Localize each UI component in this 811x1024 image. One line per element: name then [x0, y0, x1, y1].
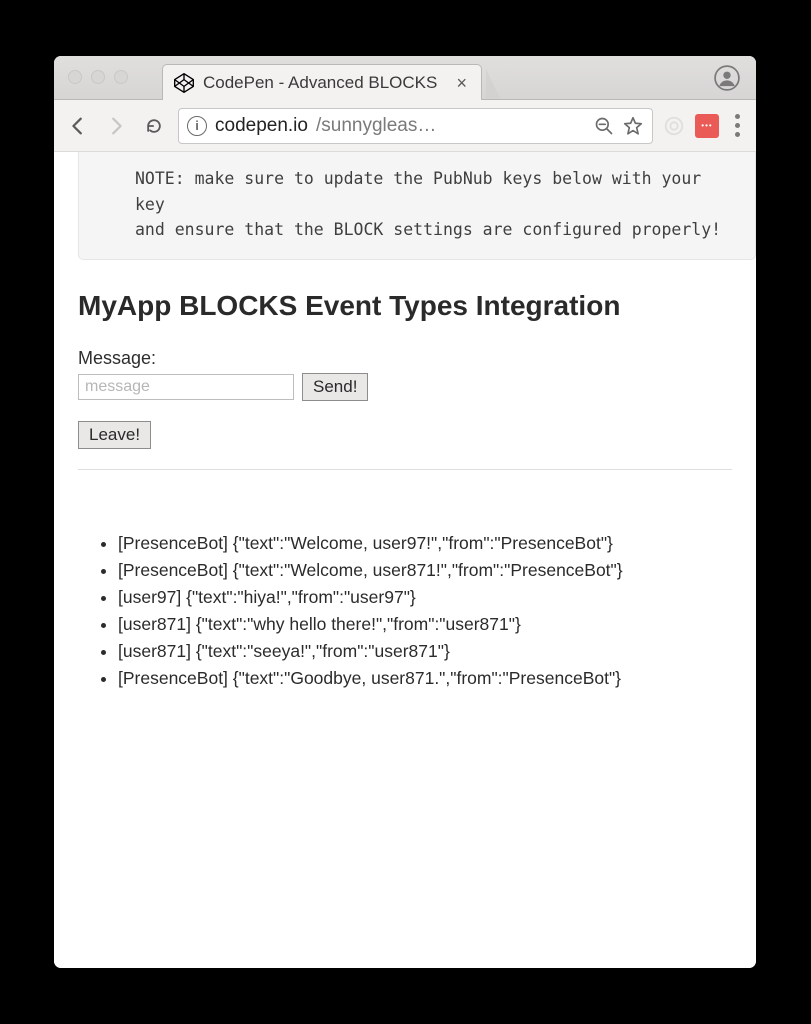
note-box: NOTE: make sure to update the PubNub key… [78, 152, 756, 260]
profile-icon[interactable] [714, 65, 740, 91]
list-item: [user97] {"text":"hiya!","from":"user97"… [118, 584, 732, 611]
message-list: [PresenceBot] {"text":"Welcome, user97!"… [94, 530, 732, 693]
tab-strip: CodePen - Advanced BLOCKS × [54, 56, 756, 100]
reload-button[interactable] [140, 112, 168, 140]
list-item: [PresenceBot] {"text":"Goodbye, user871.… [118, 665, 732, 692]
separator [78, 469, 732, 470]
list-item: [user871] {"text":"seeya!","from":"user8… [118, 638, 732, 665]
close-tab-icon[interactable]: × [452, 74, 471, 92]
close-window-button[interactable] [68, 70, 82, 84]
message-row: Send! [78, 373, 732, 401]
extension-icon[interactable] [663, 115, 685, 137]
browser-menu-button[interactable] [729, 114, 746, 137]
zoom-out-icon[interactable] [594, 116, 614, 136]
note-line: NOTE: make sure to update the PubNub key… [135, 166, 739, 217]
page-title: MyApp BLOCKS Event Types Integration [78, 290, 732, 322]
tab-title: CodePen - Advanced BLOCKS [203, 73, 444, 93]
forward-button[interactable] [102, 112, 130, 140]
minimize-window-button[interactable] [91, 70, 105, 84]
back-button[interactable] [64, 112, 92, 140]
url-host: codepen.io [215, 115, 308, 137]
window-controls [68, 70, 128, 84]
page-viewport: NOTE: make sure to update the PubNub key… [54, 152, 756, 968]
bookmark-star-icon[interactable] [622, 115, 644, 137]
codepen-icon [173, 72, 195, 94]
list-item: [user871] {"text":"why hello there!","fr… [118, 611, 732, 638]
message-input[interactable] [78, 374, 294, 400]
send-button[interactable]: Send! [302, 373, 368, 401]
maximize-window-button[interactable] [114, 70, 128, 84]
extension-lastpass-icon[interactable]: ••• [695, 114, 719, 138]
list-item: [PresenceBot] {"text":"Welcome, user97!"… [118, 530, 732, 557]
site-info-icon[interactable]: i [187, 116, 207, 136]
list-item: [PresenceBot] {"text":"Welcome, user871!… [118, 557, 732, 584]
message-label: Message: [78, 348, 732, 369]
url-path: /sunnygleas… [316, 115, 436, 137]
leave-button[interactable]: Leave! [78, 421, 151, 449]
browser-window: CodePen - Advanced BLOCKS × i [54, 56, 756, 968]
new-tab-button[interactable] [486, 69, 500, 99]
browser-tab[interactable]: CodePen - Advanced BLOCKS × [162, 64, 482, 100]
address-bar[interactable]: i codepen.io/sunnygleas… [178, 108, 653, 144]
note-line: and ensure that the BLOCK settings are c… [135, 217, 739, 243]
browser-toolbar: i codepen.io/sunnygleas… •• [54, 100, 756, 152]
